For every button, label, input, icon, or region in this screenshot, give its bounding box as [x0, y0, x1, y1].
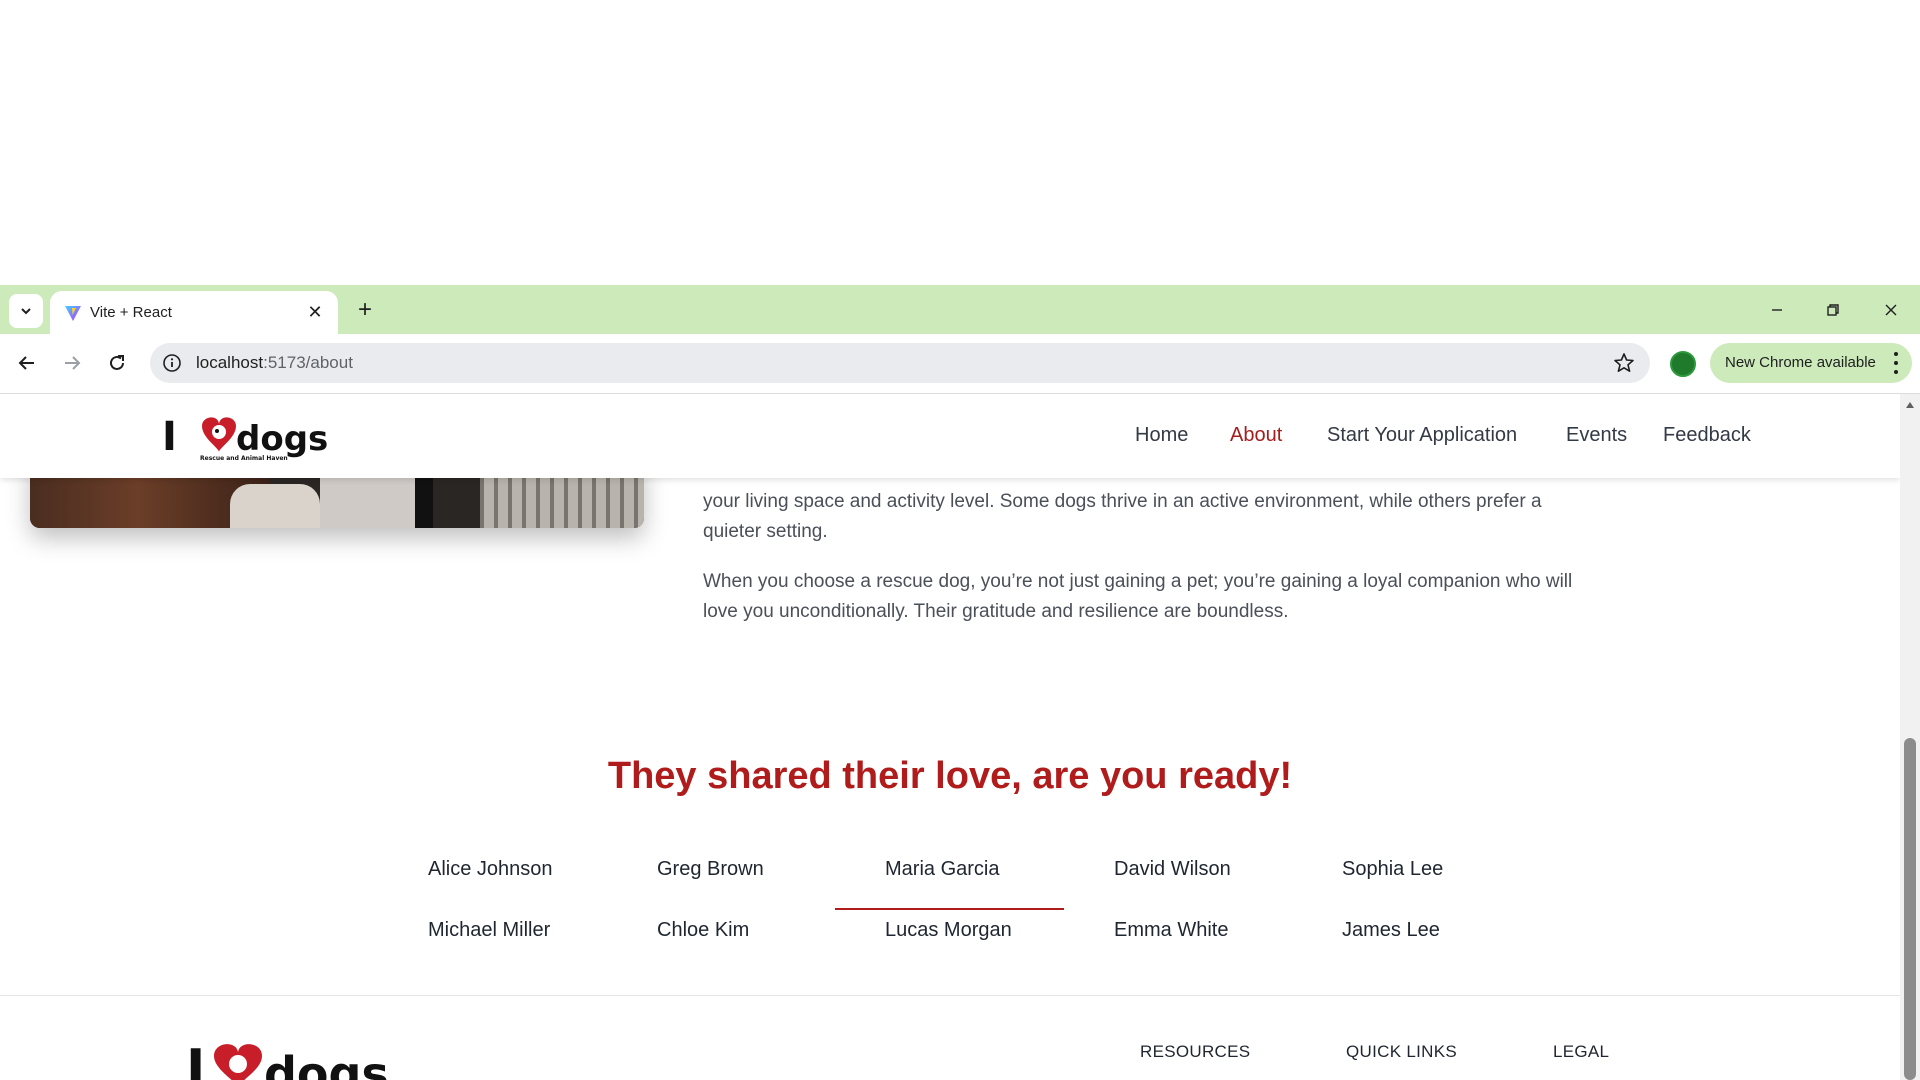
chevron-down-icon — [21, 308, 31, 315]
about-paragraph-1: your living space and activity level. So… — [703, 487, 1643, 547]
browser-toolbar: localhost:5173/about New Chrome availabl… — [0, 334, 1920, 394]
name-tab[interactable]: David Wilson — [1114, 858, 1231, 881]
scroll-up-arrow-icon[interactable] — [1906, 402, 1914, 408]
site-logo[interactable]: I dogs Rescue and Animal Haven — [160, 412, 334, 462]
site-info-icon[interactable] — [162, 353, 182, 373]
paragraph-line: quieter setting. — [703, 521, 828, 542]
window-close-icon[interactable] — [1876, 297, 1906, 323]
profile-avatar[interactable] — [1670, 351, 1696, 377]
desktop-blank-area — [0, 0, 1920, 285]
restore-icon[interactable] — [1818, 297, 1848, 323]
name-tab-selected[interactable]: Maria Garcia — [885, 858, 999, 881]
testimonials-heading: They shared their love, are you ready! — [607, 755, 1293, 797]
tab-search-button[interactable] — [9, 294, 43, 328]
paragraph-line: love you unconditionally. Their gratitud… — [703, 601, 1289, 622]
logo-word-dogs: dogs — [236, 419, 328, 459]
logo-letter-i: I — [186, 1039, 205, 1080]
nav-start-application[interactable]: Start Your Application — [1327, 424, 1517, 447]
bookmark-star-icon[interactable] — [1612, 351, 1636, 375]
logo-letter-i: I — [162, 414, 177, 460]
footer-heading-quick-links: QUICK LINKS — [1346, 1042, 1457, 1061]
about-paragraph-2: When you choose a rescue dog, you’re not… — [703, 567, 1643, 627]
back-arrow-icon[interactable] — [10, 346, 44, 380]
footer-logo[interactable]: I dogs — [184, 1028, 414, 1080]
page-scrollbar[interactable] — [1900, 394, 1920, 1080]
footer-heading-legal: LEGAL — [1553, 1042, 1610, 1061]
vite-logo-icon — [65, 306, 81, 321]
name-tab[interactable]: James Lee — [1342, 919, 1440, 942]
nav-about[interactable]: About — [1230, 424, 1282, 447]
new-tab-plus-icon[interactable]: + — [352, 297, 378, 323]
paragraph-line: your living space and activity level. So… — [703, 491, 1542, 512]
logo-tagline: Rescue and Animal Haven — [200, 455, 288, 462]
page-viewport: I dogs Rescue and Animal Haven Home Abou… — [0, 394, 1900, 1080]
browser-tab-active[interactable]: Vite + React ✕ — [50, 291, 338, 334]
browser-tab-strip: Vite + React ✕ + — [0, 285, 1920, 334]
name-tab[interactable]: Alice Johnson — [428, 858, 553, 881]
chrome-update-button[interactable]: New Chrome available — [1710, 343, 1912, 383]
nav-events[interactable]: Events — [1566, 424, 1627, 447]
selected-tab-underline — [835, 908, 1064, 910]
kebab-menu-icon[interactable] — [1890, 352, 1902, 374]
reload-icon[interactable] — [100, 346, 134, 380]
name-tab[interactable]: Greg Brown — [657, 858, 764, 881]
logo-word-dogs: dogs — [264, 1047, 389, 1080]
footer-heading-resources: RESOURCES — [1140, 1042, 1251, 1061]
name-tab[interactable]: Emma White — [1114, 919, 1228, 942]
name-tab[interactable]: Sophia Lee — [1342, 858, 1443, 881]
scrollbar-thumb[interactable] — [1904, 738, 1916, 1080]
name-tab[interactable]: Lucas Morgan — [885, 919, 1012, 942]
name-tab[interactable]: Chloe Kim — [657, 919, 749, 942]
footer-divider — [0, 995, 1900, 996]
nav-feedback[interactable]: Feedback — [1663, 424, 1751, 447]
forward-arrow-icon[interactable] — [55, 346, 89, 380]
update-label: New Chrome available — [1725, 354, 1876, 371]
site-header: I dogs Rescue and Animal Haven Home Abou… — [0, 394, 1900, 478]
paragraph-line: When you choose a rescue dog, you’re not… — [703, 571, 1573, 592]
minimize-icon[interactable] — [1762, 297, 1792, 323]
close-icon[interactable]: ✕ — [304, 301, 326, 323]
address-bar[interactable]: localhost:5173/about — [150, 343, 1650, 383]
url-text: localhost:5173/about — [196, 353, 353, 372]
name-tab[interactable]: Michael Miller — [428, 919, 550, 942]
tab-title: Vite + React — [90, 304, 172, 321]
nav-home[interactable]: Home — [1135, 424, 1188, 447]
